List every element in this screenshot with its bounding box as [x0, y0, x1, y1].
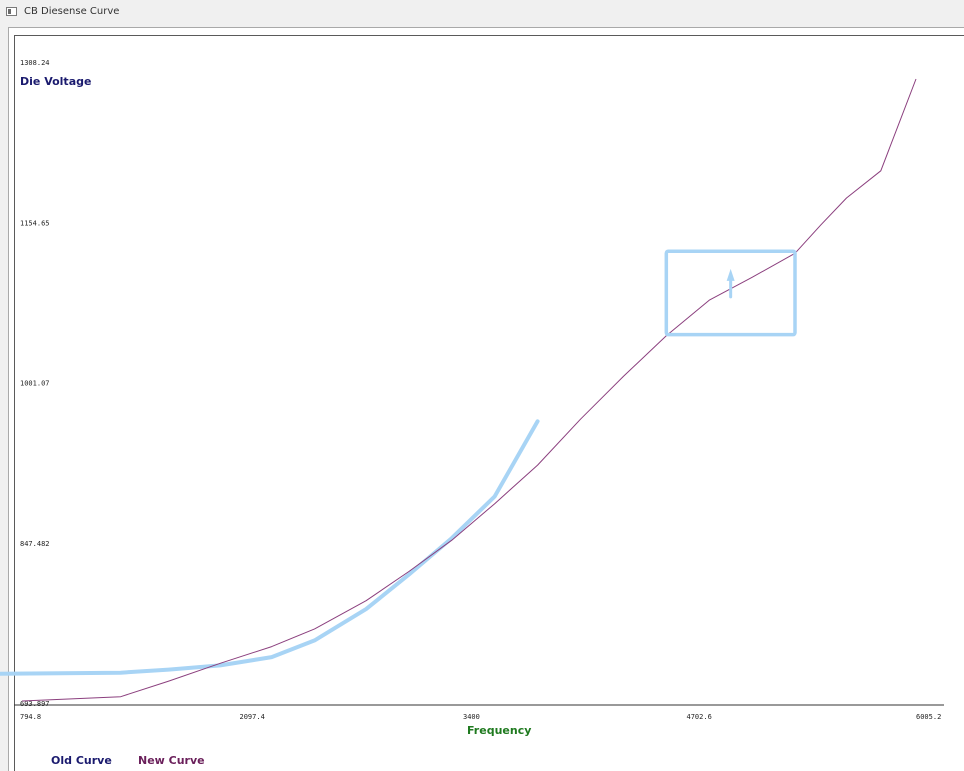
- y-axis-label: Die Voltage: [20, 75, 92, 88]
- x-tick-label: 3400: [463, 713, 480, 721]
- new-curve-line: [21, 78, 917, 702]
- legend-new-curve: New Curve: [138, 754, 205, 767]
- y-tick-label: 847.482: [20, 540, 50, 548]
- old-curve-line: [0, 419, 540, 676]
- x-tick-label: 4702.6: [687, 713, 712, 721]
- x-tick-label: 6005.2: [916, 713, 941, 721]
- x-axis-label: Frequency: [467, 724, 532, 737]
- x-tick-label: 794.8: [20, 713, 41, 721]
- y-tick-label: 1154.65: [20, 219, 50, 227]
- y-tick-label: 1308.24: [20, 59, 50, 67]
- y-tick-label: 1001.07: [20, 379, 50, 387]
- legend-old-curve: Old Curve: [51, 754, 112, 767]
- annotation-arrow-head: [726, 268, 735, 281]
- chart-svg: 1308.241154.651001.07847.482693.897794.8…: [0, 59, 944, 721]
- x-tick-label: 2097.4: [240, 713, 265, 721]
